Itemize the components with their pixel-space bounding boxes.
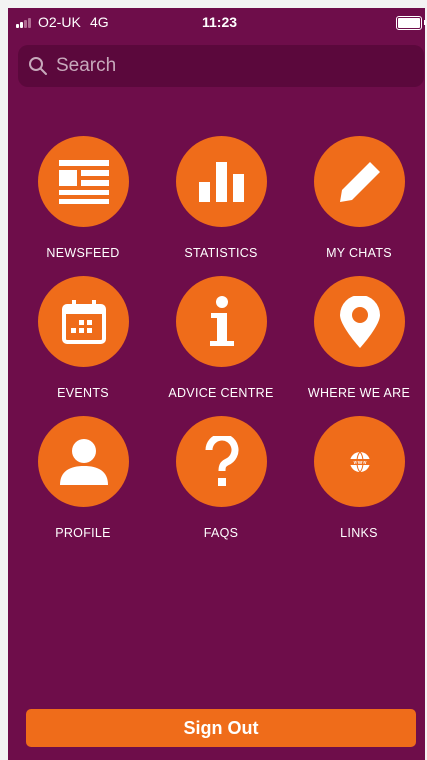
menu-tile-events[interactable]: EVENTS [13, 276, 153, 416]
svg-text:www: www [352, 460, 367, 466]
menu-tile-faqs[interactable]: FAQS [151, 416, 291, 556]
menu-label: STATISTICS [184, 246, 258, 260]
menu-tile-advice-centre[interactable]: ADVICE CENTRE [151, 276, 291, 416]
battery-icon [396, 16, 426, 30]
www-globe-icon: www [314, 416, 405, 507]
menu-tile-newsfeed[interactable]: NEWSFEED [13, 136, 153, 276]
pencil-icon [314, 136, 405, 227]
menu-label: NEWSFEED [46, 246, 120, 260]
menu-tile-where-we-are[interactable]: WHERE WE ARE [289, 276, 427, 416]
newsfeed-icon [38, 136, 129, 227]
menu-tile-statistics[interactable]: STATISTICS [151, 136, 291, 276]
menu-label: WHERE WE ARE [307, 386, 411, 400]
status-time: 11:23 [202, 14, 238, 30]
menu-label: LINKS [340, 526, 378, 540]
menu-label: EVENTS [57, 386, 109, 400]
menu-tile-my-chats[interactable]: MY CHATS [289, 136, 427, 276]
network-type: 4G [90, 14, 109, 30]
menu-tile-profile[interactable]: PROFILE [13, 416, 153, 556]
question-icon [176, 416, 267, 507]
sign-out-button[interactable]: Sign Out [26, 709, 416, 747]
map-pin-icon [314, 276, 405, 367]
search-input[interactable] [54, 54, 398, 78]
menu-label: ADVICE CENTRE [168, 386, 274, 400]
menu-label: MY CHATS [326, 246, 392, 260]
signal-strength-icon [16, 18, 31, 28]
menu-label: FAQS [203, 526, 239, 540]
status-bar: O2-UK 4G 11:23 [8, 8, 426, 36]
menu-tile-links[interactable]: www LINKS [289, 416, 427, 556]
carrier-name: O2-UK [38, 14, 81, 30]
person-icon [38, 416, 129, 507]
search-icon [29, 57, 47, 75]
app-screen: O2-UK 4G 11:23 NEWSFEED [8, 8, 427, 760]
bar-chart-icon [176, 136, 267, 227]
search-bar[interactable] [18, 45, 424, 87]
info-icon [176, 276, 267, 367]
menu-label: PROFILE [55, 526, 111, 540]
calendar-icon [38, 276, 129, 367]
